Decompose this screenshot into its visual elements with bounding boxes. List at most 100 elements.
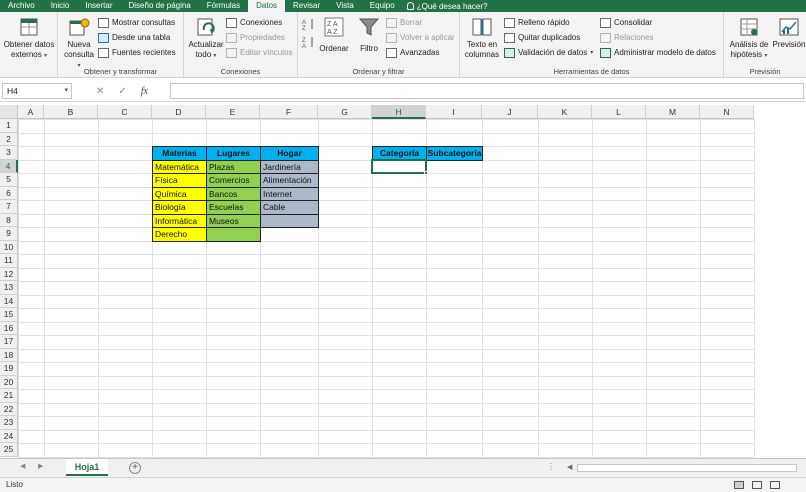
tab-equipo[interactable]: Equipo [362,0,403,12]
column-header-f[interactable]: F [260,105,318,119]
row-header-12[interactable]: 12 [0,267,18,281]
hogar-cell[interactable]: Jardinería [260,159,319,174]
tab-inicio[interactable]: Inicio [43,0,78,12]
materias-cell[interactable]: Física [152,173,207,188]
table1-header-cell[interactable]: Hogar [260,146,319,161]
more-options-icon[interactable]: ⋮ [547,462,555,471]
cancel-icon[interactable]: ✕ [96,86,104,97]
column-header-n[interactable]: N [700,105,754,119]
column-header-l[interactable]: L [592,105,646,119]
active-cell-h4[interactable] [371,158,427,174]
row-header-1[interactable]: 1 [0,119,18,133]
row-header-4[interactable]: 4 [0,159,18,173]
row-header-25[interactable]: 25 [0,443,18,457]
text-to-columns-button[interactable]: Texto en columnas [462,16,502,60]
column-header-d[interactable]: D [152,105,206,119]
next-sheet-icon[interactable]: ▶ [38,462,43,470]
row-header-5[interactable]: 5 [0,173,18,187]
lugares-cell[interactable] [206,227,261,242]
page-layout-icon[interactable] [752,481,762,489]
materias-cell[interactable]: Derecho [152,227,207,242]
manage-data-model-button[interactable]: Administrar modelo de datos [600,46,716,59]
hogar-cell[interactable]: Cable [260,200,319,215]
column-header-b[interactable]: B [44,105,98,119]
row-header-11[interactable]: 11 [0,254,18,268]
tab-f-rmulas[interactable]: Fórmulas [199,0,248,12]
data-validation-button[interactable]: Validación de datos ▾ [504,46,593,59]
row-header-13[interactable]: 13 [0,281,18,295]
materias-cell[interactable]: Informática [152,213,207,228]
hogar-cell[interactable] [260,213,319,228]
lugares-cell[interactable]: Comercios [206,173,261,188]
column-header-a[interactable]: A [18,105,44,119]
get-external-data-button[interactable]: Obtener datos externos ▾ [2,16,56,61]
select-all-corner[interactable] [0,105,18,119]
lugares-cell[interactable]: Escuelas [206,200,261,215]
row-header-6[interactable]: 6 [0,186,18,200]
relationships-button[interactable]: Relaciones [600,31,654,44]
column-header-g[interactable]: G [318,105,372,119]
row-header-20[interactable]: 20 [0,375,18,389]
tab-datos[interactable]: Datos [248,0,286,12]
tab-dise-o-de-p-gina[interactable]: Diseño de página [121,0,199,12]
column-header-c[interactable]: C [98,105,152,119]
new-query-button[interactable]: Nueva consulta ▾ [62,16,96,71]
insert-function-icon[interactable]: fx [141,86,148,97]
materias-cell[interactable]: Química [152,186,207,201]
table2-header-cell[interactable]: Subcategoría [426,146,483,161]
lugares-cell[interactable]: Museos [206,213,261,228]
row-header-7[interactable]: 7 [0,200,18,214]
check-icon[interactable]: ✓ [118,86,126,97]
column-header-k[interactable]: K [538,105,592,119]
row-header-14[interactable]: 14 [0,294,18,308]
edit-links-button[interactable]: Editar vínculos [226,46,292,59]
recent-sources-button[interactable]: Fuentes recientes [98,46,176,59]
row-header-24[interactable]: 24 [0,429,18,443]
row-header-23[interactable]: 23 [0,416,18,430]
connections-button[interactable]: Conexiones [226,16,282,29]
row-header-16[interactable]: 16 [0,321,18,335]
row-header-18[interactable]: 18 [0,348,18,362]
row-header-8[interactable]: 8 [0,213,18,227]
row-header-19[interactable]: 19 [0,362,18,376]
lugares-cell[interactable]: Plazas [206,159,261,174]
from-table-button[interactable]: Desde una tabla [98,31,170,44]
table1-header-cell[interactable]: Materias [152,146,207,161]
sort-za-button[interactable]: ZA [302,36,316,50]
table1-header-cell[interactable]: Lugares [206,146,261,161]
row-header-21[interactable]: 21 [0,389,18,403]
row-header-9[interactable]: 9 [0,227,18,241]
tell-me-box[interactable]: ¿Qué desea hacer? [406,2,487,11]
sort-az-button[interactable]: AZ [302,18,316,32]
row-header-17[interactable]: 17 [0,335,18,349]
what-if-analysis-button[interactable]: Análisis de hipótesis ▾ [726,16,772,61]
properties-button[interactable]: Propiedades [226,31,285,44]
column-header-i[interactable]: I [426,105,482,119]
fill-handle[interactable] [424,171,428,175]
name-box[interactable]: H4 ▾ [2,83,72,99]
sort-button[interactable]: Z AA Z Ordenar [316,16,352,54]
scroll-left-icon[interactable]: ◀ [567,463,572,471]
hogar-cell[interactable]: Internet [260,186,319,201]
reapply-button[interactable]: Volver a aplicar [386,31,455,44]
horizontal-scrollbar[interactable]: ◀ [565,463,806,473]
tab-insertar[interactable]: Insertar [77,0,120,12]
column-header-j[interactable]: J [482,105,538,119]
sheet-tab-hoja1[interactable]: Hoja1 [66,459,108,476]
row-header-10[interactable]: 10 [0,240,18,254]
tab-archivo[interactable]: Archivo [0,0,43,12]
advanced-button[interactable]: Avanzadas [386,46,439,59]
normal-view-icon[interactable] [734,481,744,489]
hogar-cell[interactable]: Alimentación [260,173,319,188]
column-header-e[interactable]: E [206,105,260,119]
column-header-m[interactable]: M [646,105,700,119]
refresh-all-button[interactable]: Actualizar todo ▾ [186,16,226,61]
row-header-2[interactable]: 2 [0,132,18,146]
remove-duplicates-button[interactable]: Quitar duplicados [504,31,580,44]
chevron-down-icon[interactable]: ▾ [64,84,68,98]
flash-fill-button[interactable]: Relleno rápido [504,16,570,29]
tab-revisar[interactable]: Revisar [285,0,328,12]
tab-vista[interactable]: Vista [328,0,362,12]
add-sheet-icon[interactable]: + [129,462,141,474]
clear-button[interactable]: Borrar [386,16,422,29]
